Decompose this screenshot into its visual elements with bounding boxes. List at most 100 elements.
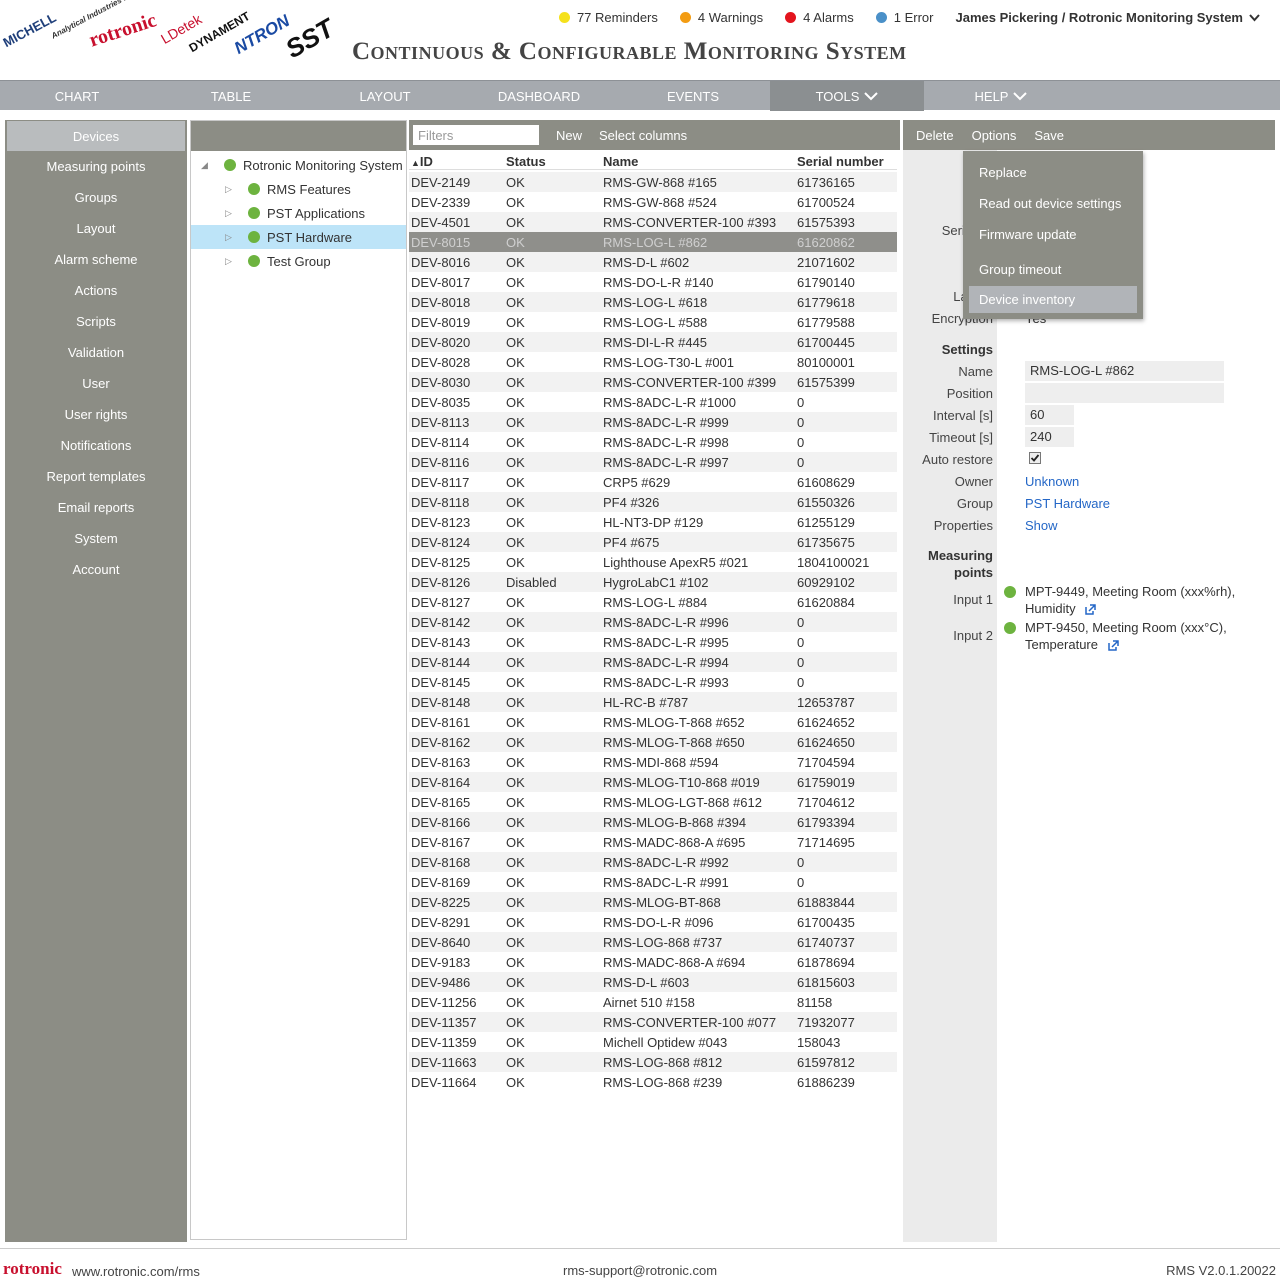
tree-item-rms-features[interactable]: ▷ RMS Features	[191, 177, 406, 201]
table-row[interactable]: DEV-8142 OK RMS-8ADC-L-R #996 0	[409, 612, 897, 632]
table-row[interactable]: DEV-8144 OK RMS-8ADC-L-R #994 0	[409, 652, 897, 672]
group-link[interactable]: PST Hardware	[1025, 496, 1110, 511]
table-row[interactable]: DEV-8028 OK RMS-LOG-T30-L #001 80100001	[409, 352, 897, 372]
table-row[interactable]: DEV-8143 OK RMS-8ADC-L-R #995 0	[409, 632, 897, 652]
nav-tools[interactable]: TOOLS	[770, 81, 924, 111]
warnings-status[interactable]: 4 Warnings	[679, 10, 763, 25]
table-row[interactable]: DEV-8161 OK RMS-MLOG-T-868 #652 61624652	[409, 712, 897, 732]
table-row[interactable]: DEV-4501 OK RMS-CONVERTER-100 #393 61575393	[409, 212, 897, 232]
menu-item-firmware-update[interactable]: Firmware update	[969, 221, 1137, 248]
nav-chart[interactable]: CHART	[0, 81, 154, 111]
table-row[interactable]: DEV-8035 OK RMS-8ADC-L-R #1000 0	[409, 392, 897, 412]
expand-icon[interactable]: ▷	[225, 184, 232, 195]
delete-button[interactable]: Delete	[909, 128, 961, 143]
external-link-icon[interactable]	[1085, 604, 1096, 615]
table-row[interactable]: DEV-8166 OK RMS-MLOG-B-868 #394 61793394	[409, 812, 897, 832]
table-row[interactable]: DEV-8124 OK PF4 #675 61735675	[409, 532, 897, 552]
external-link-icon[interactable]	[1107, 640, 1119, 651]
save-button[interactable]: Save	[1027, 128, 1071, 143]
position-field[interactable]	[1025, 383, 1224, 403]
select-columns-button[interactable]: Select columns	[599, 128, 694, 143]
alarms-status[interactable]: 4 Alarms	[785, 10, 854, 25]
table-row[interactable]: DEV-8145 OK RMS-8ADC-L-R #993 0	[409, 672, 897, 692]
menu-item-device-inventory[interactable]: Device inventory	[969, 286, 1137, 313]
tree-item-test-group[interactable]: ▷ Test Group	[191, 249, 406, 273]
table-row[interactable]: DEV-8291 OK RMS-DO-L-R #096 61700435	[409, 912, 897, 932]
table-row[interactable]: DEV-2149 OK RMS-GW-868 #165 61736165	[409, 172, 897, 192]
table-row[interactable]: DEV-8125 OK Lighthouse ApexR5 #021 18041000…	[409, 552, 897, 572]
table-row[interactable]: DEV-9183 OK RMS-MADC-868-A #694 61878694	[409, 952, 897, 972]
tree-root[interactable]: ◢ Rotronic Monitoring System	[191, 153, 406, 177]
table-row[interactable]: DEV-8017 OK RMS-DO-L-R #140 61790140	[409, 272, 897, 292]
errors-status[interactable]: 1 Error	[875, 10, 933, 25]
expand-icon[interactable]: ▷	[225, 208, 232, 219]
sidebar-item-notifications[interactable]: Notifications	[5, 430, 187, 461]
expand-icon[interactable]: ▷	[225, 256, 232, 267]
auto-restore-checkbox[interactable]	[1029, 452, 1041, 467]
menu-item-replace[interactable]: Replace	[969, 159, 1137, 186]
column-header-serial[interactable]: Serial number	[797, 154, 897, 169]
sidebar-item-measuring-points[interactable]: Measuring points	[5, 151, 187, 182]
sidebar-item-alarm-scheme[interactable]: Alarm scheme	[5, 244, 187, 275]
nav-table[interactable]: TABLE	[154, 81, 308, 111]
sidebar-item-user-rights[interactable]: User rights	[5, 399, 187, 430]
timeout-field[interactable]: 240	[1025, 427, 1074, 447]
sidebar-item-user[interactable]: User	[5, 368, 187, 399]
sidebar-item-actions[interactable]: Actions	[5, 275, 187, 306]
table-row[interactable]: DEV-11357 OK RMS-CONVERTER-100 #077 7193207…	[409, 1012, 897, 1032]
table-row[interactable]: DEV-11663 OK RMS-LOG-868 #812 61597812	[409, 1052, 897, 1072]
table-row[interactable]: DEV-8019 OK RMS-LOG-L #588 61779588	[409, 312, 897, 332]
nav-events[interactable]: EVENTS	[616, 81, 770, 111]
table-row[interactable]: DEV-8165 OK RMS-MLOG-LGT-868 #612 71704612	[409, 792, 897, 812]
table-row[interactable]: DEV-8167 OK RMS-MADC-868-A #695 71714695	[409, 832, 897, 852]
table-row[interactable]: DEV-8113 OK RMS-8ADC-L-R #999 0	[409, 412, 897, 432]
column-header-name[interactable]: Name	[603, 154, 797, 169]
sidebar-item-scripts[interactable]: Scripts	[5, 306, 187, 337]
new-button[interactable]: New	[549, 128, 589, 143]
sidebar-item-report-templates[interactable]: Report templates	[5, 461, 187, 492]
table-row[interactable]: DEV-8117 OK CRP5 #629 61608629	[409, 472, 897, 492]
table-row[interactable]: DEV-8164 OK RMS-MLOG-T10-868 #019 61759019	[409, 772, 897, 792]
tree-item-pst-hardware[interactable]: ▷ PST Hardware	[191, 225, 406, 249]
table-row[interactable]: DEV-11359 OK Michell Optidew #043 158043	[409, 1032, 897, 1052]
interval-field[interactable]: 60	[1025, 405, 1074, 425]
name-field[interactable]: RMS-LOG-L #862	[1025, 361, 1224, 381]
table-row[interactable]: DEV-8118 OK PF4 #326 61550326	[409, 492, 897, 512]
sidebar-item-email-reports[interactable]: Email reports	[5, 492, 187, 523]
sidebar-item-layout[interactable]: Layout	[5, 213, 187, 244]
table-row[interactable]: DEV-8123 OK HL-NT3-DP #129 61255129	[409, 512, 897, 532]
table-row[interactable]: DEV-8640 OK RMS-LOG-868 #737 61740737	[409, 932, 897, 952]
sidebar-item-groups[interactable]: Groups	[5, 182, 187, 213]
column-header-status[interactable]: Status	[506, 154, 603, 169]
table-row[interactable]: DEV-8148 OK HL-RC-B #787 12653787	[409, 692, 897, 712]
table-row[interactable]: DEV-8127 OK RMS-LOG-L #884 61620884	[409, 592, 897, 612]
menu-item-read-out-settings[interactable]: Read out device settings	[969, 190, 1137, 217]
nav-layout[interactable]: LAYOUT	[308, 81, 462, 111]
table-row[interactable]: DEV-8126 Disabled HygroLabC1 #102 60929102	[409, 572, 897, 592]
sidebar-item-account[interactable]: Account	[5, 554, 187, 585]
table-row[interactable]: DEV-8114 OK RMS-8ADC-L-R #998 0	[409, 432, 897, 452]
table-row[interactable]: DEV-2339 OK RMS-GW-868 #524 61700524	[409, 192, 897, 212]
sidebar-item-system[interactable]: System	[5, 523, 187, 554]
table-row[interactable]: DEV-8169 OK RMS-8ADC-L-R #991 0	[409, 872, 897, 892]
tree-item-pst-applications[interactable]: ▷ PST Applications	[191, 201, 406, 225]
reminders-status[interactable]: 77 Reminders	[558, 10, 658, 25]
table-row[interactable]: DEV-8116 OK RMS-8ADC-L-R #997 0	[409, 452, 897, 472]
table-row[interactable]: DEV-8225 OK RMS-MLOG-BT-868 61883844	[409, 892, 897, 912]
filter-input[interactable]	[413, 125, 539, 145]
expand-icon[interactable]: ▷	[225, 232, 232, 243]
nav-dashboard[interactable]: DASHBOARD	[462, 81, 616, 111]
table-row[interactable]: DEV-8162 OK RMS-MLOG-T-868 #650 61624650	[409, 732, 897, 752]
sidebar-item-devices[interactable]: Devices	[7, 121, 185, 151]
table-row[interactable]: DEV-8168 OK RMS-8ADC-L-R #992 0	[409, 852, 897, 872]
properties-link[interactable]: Show	[1025, 518, 1058, 533]
user-menu[interactable]: James Pickering / Rotronic Monitoring Sy…	[955, 10, 1260, 25]
owner-link[interactable]: Unknown	[1025, 474, 1079, 489]
footer-url[interactable]: www.rotronic.com/rms	[72, 1264, 200, 1279]
sidebar-item-validation[interactable]: Validation	[5, 337, 187, 368]
nav-help[interactable]: HELP	[924, 81, 1078, 111]
table-row[interactable]: DEV-8018 OK RMS-LOG-L #618 61779618	[409, 292, 897, 312]
table-row[interactable]: DEV-8015 OK RMS-LOG-L #862 61620862	[409, 232, 897, 252]
table-row[interactable]: DEV-9486 OK RMS-D-L #603 61815603	[409, 972, 897, 992]
table-row[interactable]: DEV-11256 OK Airnet 510 #158 81158	[409, 992, 897, 1012]
